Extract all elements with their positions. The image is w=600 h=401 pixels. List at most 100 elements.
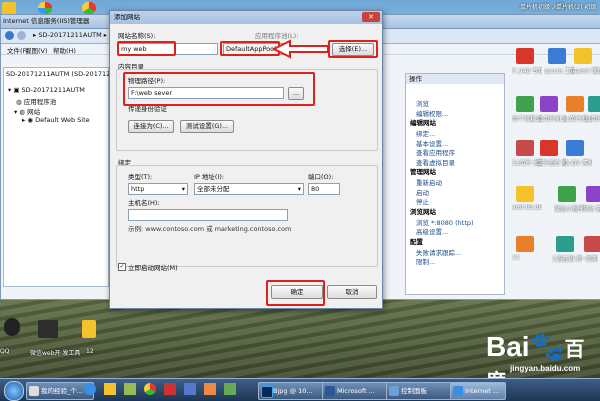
breadcrumb[interactable]: ▸ SD-20171211AUTM ▸: [33, 31, 107, 39]
desktop-icon-label: 一周期: [580, 256, 599, 263]
start-now-checkbox[interactable]: ✓: [118, 263, 126, 271]
app-icon[interactable]: [38, 2, 52, 14]
desktop-file-icon[interactable]: [586, 186, 600, 202]
desktop-icon-label: 微信小程序 已开课: [554, 206, 584, 213]
app-icon[interactable]: [184, 383, 196, 395]
desktop-file-icon[interactable]: [556, 236, 574, 252]
desktop-file-icon[interactable]: [516, 48, 534, 64]
action-link[interactable]: 限制...: [416, 256, 435, 266]
desktop-icon-label: 单片机(2) 初级: [556, 4, 597, 11]
site-name-label: 网站名称(S):: [118, 32, 156, 40]
terminal-icon[interactable]: [38, 320, 58, 338]
port-input[interactable]: 80: [308, 183, 340, 195]
desktop-file-icon[interactable]: [540, 140, 558, 156]
type-label: 类型(T):: [128, 173, 153, 181]
desktop-file-icon[interactable]: [540, 96, 558, 112]
action-link[interactable]: 启动: [416, 187, 429, 197]
taskbar: 我的经验_个... Bjpg @ 10... Microsoft ... 控制面…: [0, 378, 600, 401]
desktop-icon-label: KS-DV 素材: [562, 160, 592, 167]
action-link[interactable]: 查看虚拟目录: [416, 157, 455, 167]
desktop-file-icon[interactable]: [516, 96, 534, 112]
tree-default-site[interactable]: ▸ ◉ Default Web Site: [22, 116, 90, 124]
actions-section-header: 配置: [410, 237, 423, 246]
desktop-icon-label: QQ: [0, 348, 10, 355]
type-select[interactable]: http ▾: [128, 183, 188, 195]
chrome-icon[interactable]: [144, 383, 156, 395]
highlight-select-button: [328, 40, 378, 58]
app-icon[interactable]: [204, 383, 216, 395]
action-link[interactable]: 绑定...: [416, 128, 435, 138]
connections-panel: SD-20171211AUTM (SD-20171211...) ▾ ▣ SD-…: [3, 67, 127, 287]
folder-icon[interactable]: [82, 320, 96, 338]
close-icon[interactable]: ✕: [362, 12, 380, 22]
explorer-icon[interactable]: [104, 383, 116, 395]
highlight-physical-path: [123, 72, 315, 106]
menu-view[interactable]: 视图(V): [25, 45, 48, 55]
action-link[interactable]: 基本设置...: [416, 138, 448, 148]
host-name-input[interactable]: [128, 209, 288, 221]
dialog-titlebar: 添加网站 ✕: [110, 11, 382, 24]
taskbar-item-active[interactable]: Internet ...: [450, 382, 506, 400]
actions-title: 操作: [406, 74, 504, 84]
start-button[interactable]: [4, 381, 24, 401]
desktop-icon-label: 12: [86, 348, 94, 355]
desktop-icon-label: TeamV 面版: [570, 68, 600, 75]
qq-icon[interactable]: [4, 318, 20, 336]
desktop-file-icon[interactable]: [574, 48, 592, 64]
back-icon[interactable]: [5, 31, 14, 40]
chevron-down-icon: ▾: [297, 185, 301, 193]
ie-icon[interactable]: [84, 383, 96, 395]
highlight-site-name: [117, 41, 176, 56]
desktop-icon-label: 网站 素材: [582, 206, 600, 213]
chevron-down-icon: ▾: [181, 185, 185, 193]
action-link[interactable]: 失败请求跟踪...: [416, 247, 461, 257]
menu-help[interactable]: 帮助(H): [53, 45, 76, 55]
tree-sites[interactable]: ▾ ◍ 网站: [14, 106, 40, 116]
app-icon[interactable]: [124, 383, 136, 395]
desktop-file-icon[interactable]: [588, 96, 600, 112]
host-name-label: 主机名(H):: [128, 199, 160, 207]
desktop-file-icon[interactable]: [516, 186, 534, 202]
highlight-ok-button: [266, 280, 325, 306]
example-text: 示例: www.contoso.com 或 marketing.contoso.…: [128, 225, 292, 233]
desktop-file-icon[interactable]: [584, 236, 600, 252]
action-link[interactable]: 重新启动: [416, 177, 442, 187]
ip-label: IP 地址(I):: [194, 173, 225, 181]
desktop-file-icon[interactable]: [566, 96, 584, 112]
action-link[interactable]: 停止: [416, 196, 429, 206]
start-now-label: 立即启动网站(M): [128, 264, 178, 272]
cancel-button[interactable]: 取消: [327, 285, 377, 299]
chrome-icon[interactable]: [82, 2, 96, 14]
desktop-file-icon[interactable]: [558, 186, 576, 202]
action-link[interactable]: 浏览: [416, 98, 429, 108]
desktop-file-icon[interactable]: [548, 48, 566, 64]
tree-server[interactable]: ▾ ▣ SD-20171211AUTM: [8, 86, 85, 94]
forward-icon[interactable]: [17, 31, 26, 40]
desktop-icon-label: amt.lib.dll: [512, 204, 542, 211]
action-link[interactable]: 查看应用程序: [416, 147, 455, 157]
actions-panel: 操作 浏览 编辑权限... 编辑网站 绑定... 基本设置... 查看应用程序 查看虚拟目录…: [405, 73, 505, 295]
test-settings-button[interactable]: 测试设置(G)...: [180, 120, 234, 133]
desktop-icon-label: 微信web开 发工具: [30, 350, 81, 357]
action-link[interactable]: 浏览 *:8080 (http): [416, 217, 474, 227]
app-icon[interactable]: [224, 383, 236, 395]
desktop-icon-label: 11: [512, 254, 520, 261]
actions-section-header: 浏览网站: [410, 207, 436, 216]
port-label: 端口(O):: [308, 173, 334, 181]
desktop-file-icon[interactable]: [566, 140, 584, 156]
tree-app-pools[interactable]: ◍ 应用程序池: [16, 96, 56, 106]
desktop-icon-label: 51单片机 八章素材: [584, 116, 600, 123]
highlight-app-pool: [220, 41, 280, 56]
ip-select[interactable]: 全部未分配 ▾: [194, 183, 304, 195]
actions-section-header: 编辑网站: [410, 119, 436, 127]
action-link[interactable]: 编辑权限...: [416, 108, 448, 118]
desktop-icon-label: C语言语 修: [552, 256, 582, 263]
desktop-file-icon[interactable]: [516, 140, 534, 156]
watermark-url: jingyan.baidu.com: [510, 364, 581, 373]
folder-icon[interactable]: [2, 2, 16, 14]
media-icon[interactable]: [164, 383, 176, 395]
desktop-file-icon[interactable]: [516, 236, 534, 252]
dialog-title: 添加网站: [114, 13, 140, 21]
action-link[interactable]: 高级设置...: [416, 226, 448, 236]
connect-as-button[interactable]: 连接为(C)...: [128, 120, 174, 133]
